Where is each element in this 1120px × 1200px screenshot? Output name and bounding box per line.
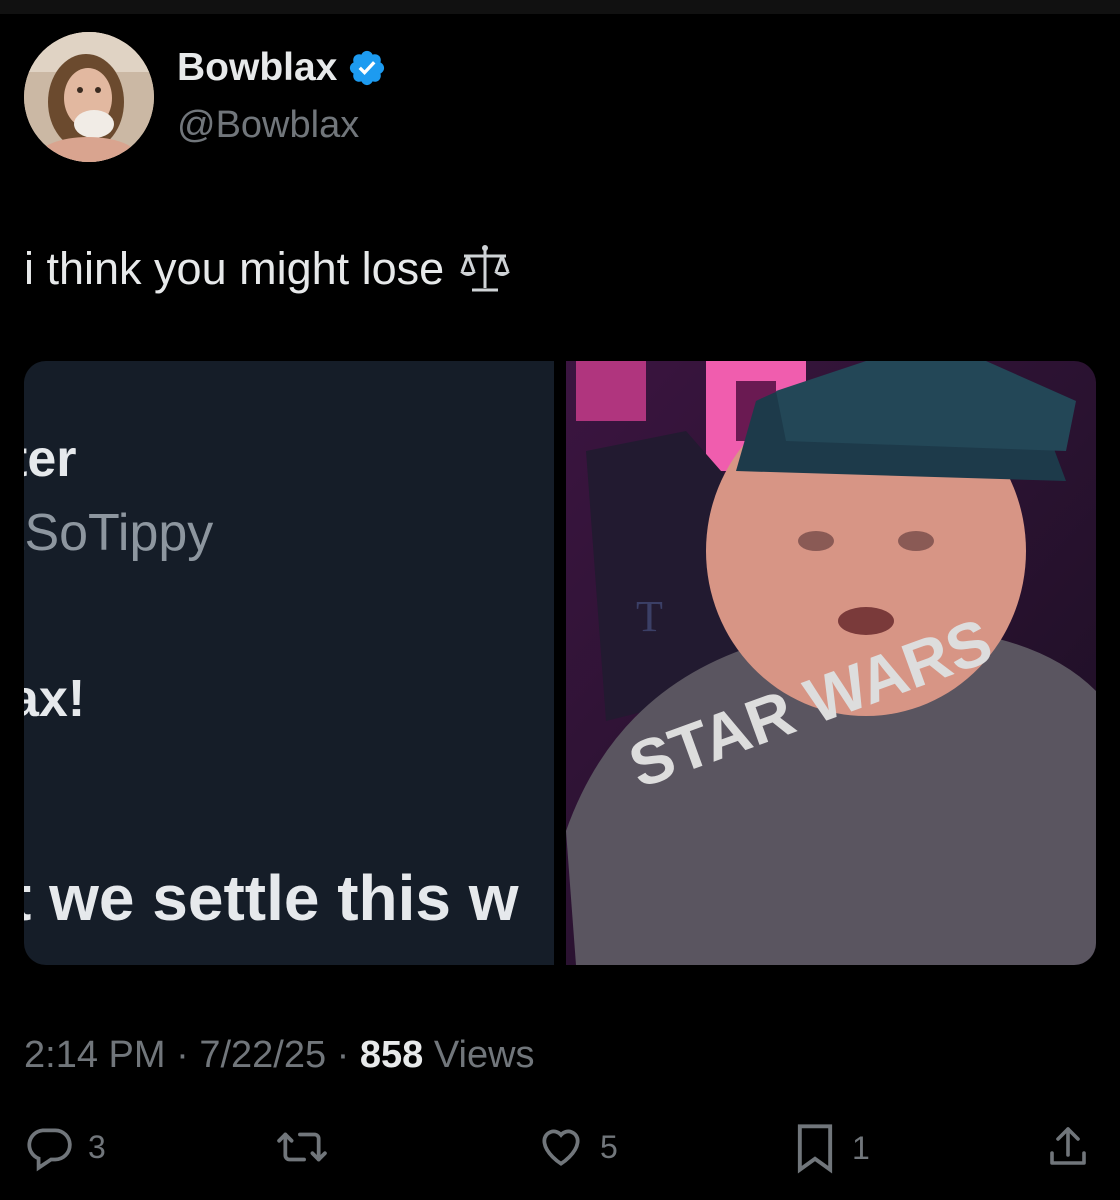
chair-letter: T xyxy=(636,592,663,641)
author-handle[interactable]: @Bowblax xyxy=(177,104,359,147)
media-left-screenshot[interactable]: ter tSoTippy ax! t we settle this w xyxy=(24,361,554,965)
author-display-name[interactable]: Bowblax xyxy=(177,46,337,90)
screenshot-mention-fragment: ax! xyxy=(24,670,86,728)
avatar-image xyxy=(24,32,154,162)
share-button[interactable] xyxy=(1044,1122,1092,1172)
bookmark-icon xyxy=(797,1124,833,1174)
reply-button[interactable]: 3 xyxy=(24,1122,106,1172)
share-icon xyxy=(1050,1127,1086,1165)
repost-button[interactable] xyxy=(274,1122,344,1172)
meta-separator: · xyxy=(326,1034,360,1076)
reply-count: 3 xyxy=(88,1128,106,1165)
tweet-meta: 2:14 PM · 7/22/25 · 858 Views xyxy=(24,1034,535,1077)
balance-scale-icon xyxy=(456,240,514,298)
reply-icon xyxy=(27,1128,72,1172)
top-strip xyxy=(0,0,1120,14)
action-bar: 3 5 1 xyxy=(0,1122,1120,1182)
screenshot-name-fragment: ter xyxy=(24,430,77,488)
tweet-media[interactable]: ter tSoTippy ax! t we settle this w T xyxy=(24,361,1096,965)
person-photo: T STAR WARS xyxy=(566,361,1096,965)
views-count: 858 xyxy=(359,1034,424,1076)
like-button[interactable]: 5 xyxy=(536,1122,618,1172)
bookmark-count: 1 xyxy=(852,1129,870,1166)
author-name-row[interactable]: Bowblax xyxy=(177,46,387,90)
tweet-date[interactable]: 7/22/25 xyxy=(199,1034,326,1077)
heart-icon xyxy=(542,1129,580,1166)
like-count: 5 xyxy=(600,1128,618,1165)
verified-badge-icon xyxy=(347,48,387,88)
avatar[interactable] xyxy=(24,32,154,162)
views-label: Views xyxy=(423,1034,535,1076)
screenshot-handle-fragment: tSoTippy xyxy=(24,504,214,562)
screenshot-body-fragment: t we settle this w xyxy=(24,862,519,934)
repost-icon xyxy=(277,1132,327,1162)
tweet-time[interactable]: 2:14 PM xyxy=(24,1034,166,1077)
bookmark-button[interactable]: 1 xyxy=(792,1122,870,1174)
media-right-photo[interactable]: T STAR WARS xyxy=(566,361,1096,965)
tweet-text-content: i think you might lose xyxy=(24,243,445,294)
meta-separator: · xyxy=(165,1034,200,1076)
tweet-text: i think you might lose xyxy=(24,240,514,298)
